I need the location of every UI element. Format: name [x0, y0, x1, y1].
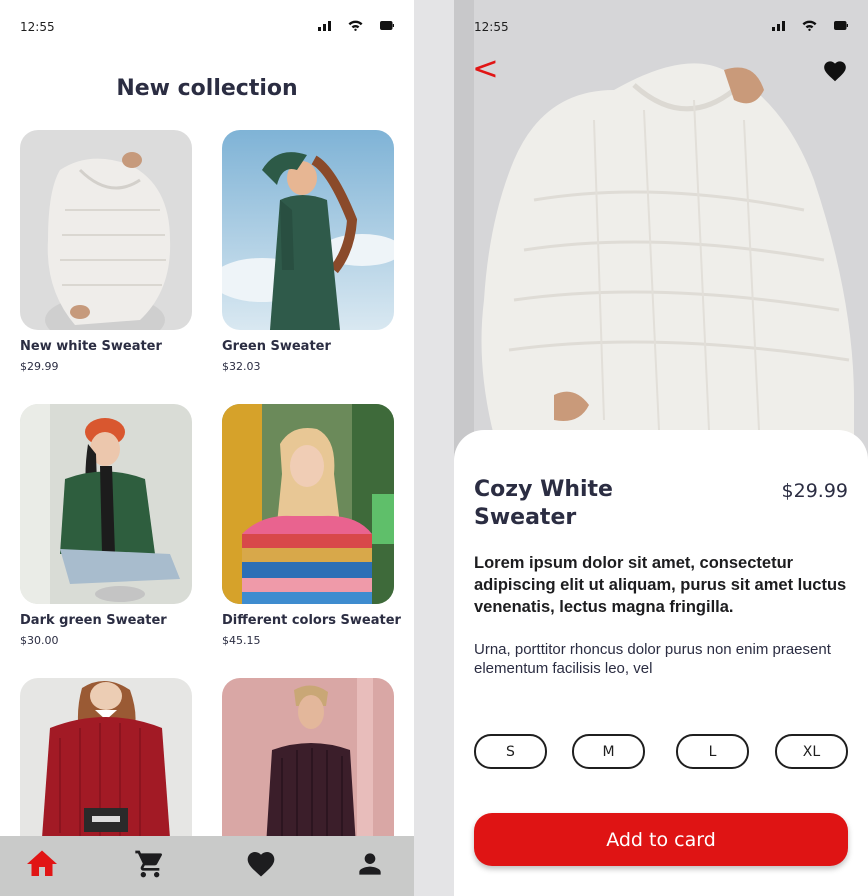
product-details-sheet: Cozy White Sweater $29.99 Lorem ipsum do… — [454, 430, 868, 896]
product-price: $29.99 — [20, 360, 59, 373]
product-image — [20, 130, 192, 330]
page-title: New collection — [116, 76, 298, 101]
wifi-icon — [348, 20, 363, 31]
heart-icon — [822, 61, 848, 86]
product-name: Green Sweater — [222, 339, 331, 354]
status-bar: 12:55 — [454, 0, 868, 50]
product-name: Different colors Sweater — [222, 613, 401, 628]
product-price: $29.99 — [781, 480, 848, 502]
size-option-m[interactable]: M — [572, 734, 645, 769]
bottom-nav — [0, 836, 414, 896]
nav-favorites-button[interactable] — [241, 848, 281, 884]
product-title: Cozy White Sweater — [474, 477, 613, 530]
size-selector: S M L XL — [474, 734, 848, 769]
size-option-xl[interactable]: XL — [775, 734, 848, 769]
product-detail-screen: 12:55 < Cozy White Sweater $29.99 Lorem … — [454, 0, 868, 896]
product-price: $30.00 — [20, 634, 59, 647]
product-card[interactable]: New white Sweater $29.99 — [20, 130, 192, 373]
product-hero-image — [454, 0, 868, 470]
product-price: $32.03 — [222, 360, 261, 373]
size-option-s[interactable]: S — [474, 734, 547, 769]
status-bar: 12:55 — [0, 0, 414, 50]
back-button[interactable]: < — [472, 50, 499, 86]
signal-icon — [318, 20, 331, 31]
status-time: 12:55 — [474, 20, 509, 34]
product-price: $45.15 — [222, 634, 261, 647]
product-image — [20, 404, 192, 604]
product-image — [222, 404, 394, 604]
cart-icon — [134, 848, 166, 885]
favorite-button[interactable] — [822, 58, 848, 87]
add-to-cart-button[interactable]: Add to card — [474, 813, 848, 866]
wifi-icon — [802, 20, 817, 31]
nav-profile-button[interactable] — [350, 848, 390, 884]
status-icons — [318, 20, 394, 31]
size-option-l[interactable]: L — [676, 734, 749, 769]
battery-icon — [380, 21, 394, 30]
product-card[interactable]: Green Sweater $32.03 — [222, 130, 394, 373]
product-description: Urna, porttitor rhoncus dolor purus non … — [474, 641, 831, 677]
status-time: 12:55 — [20, 20, 55, 34]
user-icon — [354, 848, 386, 885]
battery-icon — [834, 21, 848, 30]
home-icon — [24, 846, 60, 887]
product-name: Dark green Sweater — [20, 613, 167, 628]
product-card[interactable]: Different colors Sweater $45.15 — [222, 404, 401, 647]
product-card[interactable]: Dark green Sweater $30.00 — [20, 404, 192, 647]
nav-cart-button[interactable] — [130, 848, 170, 884]
product-name: New white Sweater — [20, 339, 162, 354]
collection-screen: 12:55 New collection New white Sweater $… — [0, 0, 414, 896]
signal-icon — [772, 20, 785, 31]
product-lead-text: Lorem ipsum dolor sit amet, consectetur … — [474, 554, 847, 616]
status-icons — [772, 20, 848, 31]
heart-icon — [245, 848, 277, 885]
nav-home-button[interactable] — [22, 848, 62, 884]
product-image — [222, 130, 394, 330]
